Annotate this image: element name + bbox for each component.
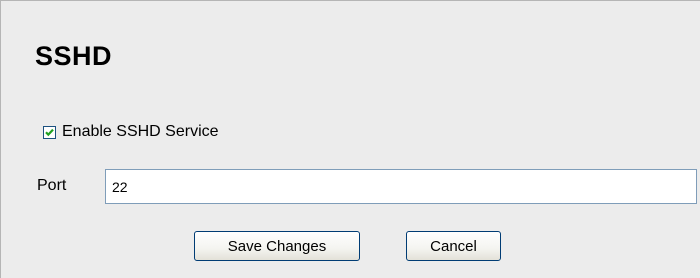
checkmark-icon xyxy=(45,128,54,136)
cancel-button[interactable]: Cancel xyxy=(406,231,501,261)
enable-sshd-checkbox[interactable] xyxy=(43,125,56,139)
page-title: SSHD xyxy=(35,41,113,71)
enable-sshd-row[interactable]: Enable SSHD Service xyxy=(43,121,219,143)
enable-sshd-label[interactable]: Enable SSHD Service xyxy=(62,121,219,143)
save-changes-button[interactable]: Save Changes xyxy=(194,231,360,261)
sshd-settings-panel: SSHD Enable SSHD Service Port Save Chang… xyxy=(0,0,700,278)
port-label: Port xyxy=(37,177,67,194)
port-input[interactable] xyxy=(105,169,697,204)
